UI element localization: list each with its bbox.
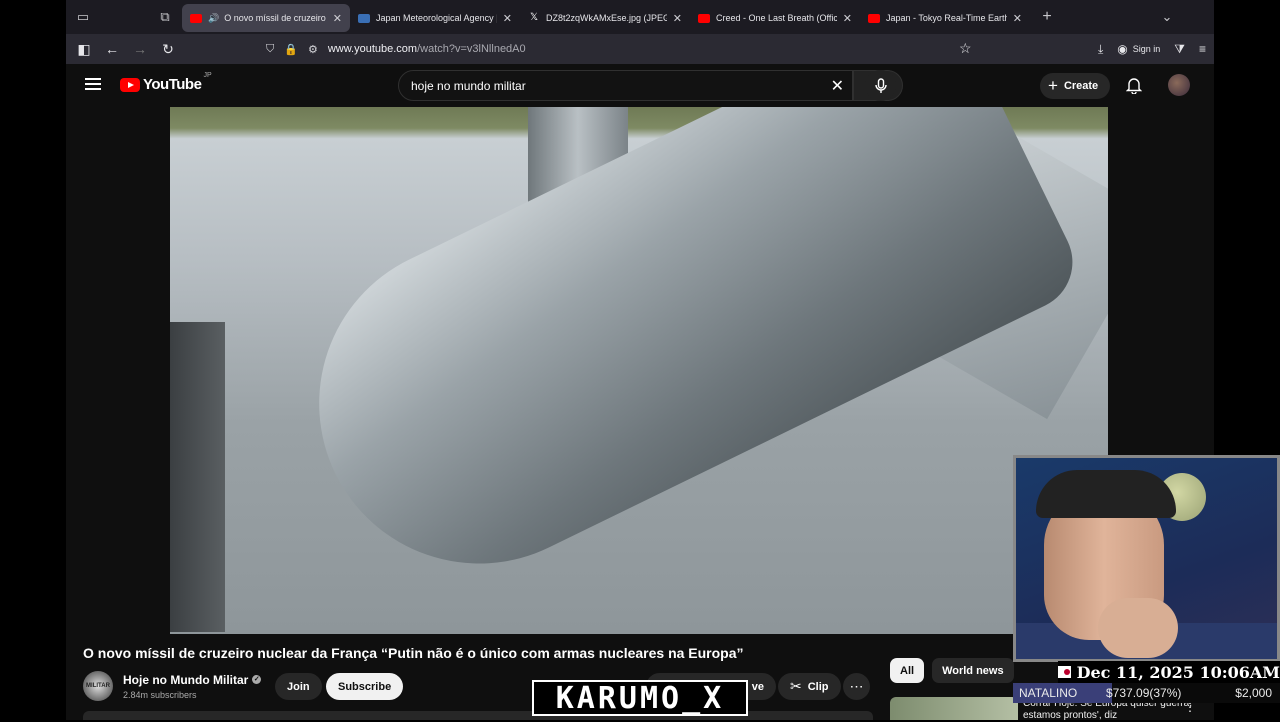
youtube-header: YouTube JP hoje no mundo militar ✕ + Cre… — [66, 64, 1214, 107]
more-actions-icon[interactable]: ⋯ — [843, 673, 870, 700]
video-player[interactable] — [170, 107, 1108, 634]
donation-goal: $2,000 — [1235, 686, 1272, 700]
youtube-favicon-icon — [190, 13, 202, 23]
microphone-icon — [874, 77, 887, 93]
speaker-icon[interactable]: 🔊 — [208, 13, 219, 24]
youtube-play-icon — [120, 77, 140, 92]
logo-text: YouTube — [143, 76, 202, 93]
scissors-icon: ✂ — [790, 678, 802, 694]
tab-tokyo-earthquake[interactable]: Japan - Tokyo Real-Time Earthq ✕ — [860, 4, 1030, 32]
downloads-icon[interactable]: ⤓ — [1098, 42, 1103, 57]
create-label: Create — [1063, 80, 1099, 92]
forward-icon[interactable]: → — [126, 41, 154, 57]
verified-icon: ✓ — [252, 675, 262, 684]
tab-title: Japan - Tokyo Real-Time Earthq — [886, 13, 1007, 23]
close-tab-icon[interactable]: ✕ — [503, 12, 512, 25]
shield-icon[interactable]: ⛉ — [266, 43, 274, 56]
save-label: ve — [751, 680, 764, 693]
bookmark-star-icon[interactable]: ☆ — [959, 40, 972, 57]
tab-youtube-video[interactable]: 🔊 O novo míssil de cruzeiro n ✕ — [182, 4, 350, 32]
search-input[interactable]: hoje no mundo militar ✕ — [398, 70, 853, 101]
donation-amount: $737.09(37%) — [1106, 686, 1182, 700]
create-button[interactable]: + Create — [1040, 73, 1111, 99]
streamer-cap — [1036, 470, 1176, 518]
clear-search-icon[interactable]: ✕ — [831, 76, 844, 96]
subscribe-button[interactable]: Subscribe — [326, 673, 404, 700]
tab-jpeg[interactable]: 𝕏 DZ8t2zqWkAMxEse.jpg (JPEG I ✕ — [520, 4, 690, 32]
jma-favicon-icon — [358, 13, 370, 23]
watermark-text: KARUMO_X — [555, 680, 725, 716]
sidebar-toggle-icon[interactable]: ▭ — [66, 0, 100, 34]
chip-world-news[interactable]: World news — [932, 658, 1014, 683]
tab-creed[interactable]: Creed - One Last Breath (Officia ✕ — [690, 4, 860, 32]
notifications-bell-icon[interactable] — [1125, 76, 1143, 99]
donation-goal-bar: NATALINO $737.09(37%) $2,000 — [1013, 683, 1280, 703]
japan-flag-icon — [1058, 666, 1071, 678]
navigation-bar: ◧ ← → ↻ ⛉ 🔒 ⚙ www.youtube.com/watch?v=v3… — [66, 34, 1214, 64]
description-box[interactable] — [83, 711, 873, 720]
chevron-down-icon[interactable]: ⌄ — [1150, 0, 1184, 34]
x-favicon-icon: 𝕏 — [529, 12, 539, 23]
tab-title: DZ8t2zqWkAMxEse.jpg (JPEG I — [546, 13, 667, 23]
user-avatar[interactable] — [1168, 74, 1190, 96]
account-icon: ◉ — [1117, 42, 1128, 56]
url-bar[interactable]: ⛉ 🔒 ⚙ www.youtube.com/watch?v=v3lNllnedA… — [266, 37, 986, 61]
streamer-hand — [1098, 598, 1178, 658]
date-time: Dec 11, 2025 10:06AM — [1076, 662, 1280, 682]
channel-info[interactable]: MILITAR Hoje no Mundo Militar ✓ 2.84m sub… — [83, 671, 262, 701]
sign-in-label: Sign in — [1132, 44, 1161, 54]
donor-name: NATALINO — [1019, 686, 1078, 700]
recommendation-chips: All World news — [890, 658, 1014, 683]
tab-title: Creed - One Last Breath (Officia — [716, 13, 837, 23]
new-tab-icon[interactable]: + — [1030, 0, 1064, 34]
clip-button[interactable]: ✂ Clip — [778, 673, 841, 700]
hamburger-menu-icon[interactable] — [85, 78, 101, 90]
url-path: /watch?v=v3lNllnedA0 — [417, 43, 526, 55]
subscriber-count: 2.84m subscribers — [123, 689, 197, 700]
clip-label: Clip — [807, 680, 829, 693]
region-code: JP — [203, 72, 212, 79]
plus-icon: + — [1048, 76, 1058, 95]
close-tab-icon[interactable]: ✕ — [1013, 12, 1022, 25]
sidebar-icon[interactable]: ◧ — [70, 41, 98, 58]
chip-all[interactable]: All — [890, 658, 925, 683]
tab-title: O novo míssil de cruzeiro n — [224, 13, 327, 23]
webcam-overlay — [1013, 455, 1280, 662]
search-value: hoje no mundo militar — [411, 78, 526, 93]
watermark-logo: KARUMO_X — [532, 680, 748, 716]
tab-strip: ▭ ⧉ 🔊 O novo míssil de cruzeiro n ✕ Japa… — [66, 0, 1214, 34]
menu-icon[interactable]: ≡ — [1199, 42, 1206, 56]
sign-in-button[interactable]: ◉ Sign in — [1117, 42, 1160, 56]
tab-title: Japan Meteorological Agency | E — [376, 13, 497, 23]
close-tab-icon[interactable]: ✕ — [333, 12, 342, 25]
youtube-logo[interactable]: YouTube JP — [120, 72, 212, 93]
tab-jma[interactable]: Japan Meteorological Agency | E ✕ — [350, 4, 520, 32]
channel-name[interactable]: Hoje no Mundo Militar — [123, 673, 248, 687]
channel-avatar-text: MILITAR — [86, 683, 110, 689]
youtube-favicon-icon — [698, 13, 710, 23]
channel-avatar[interactable]: MILITAR — [83, 671, 113, 701]
extensions-icon[interactable]: ⧩ — [1174, 42, 1185, 57]
close-tab-icon[interactable]: ✕ — [843, 12, 852, 25]
video-title: O novo míssil de cruzeiro nuclear da Fra… — [83, 645, 744, 661]
voice-search-button[interactable] — [865, 70, 896, 101]
lock-icon[interactable]: 🔒 — [284, 43, 298, 56]
youtube-favicon-icon — [868, 13, 880, 23]
suggestion-thumbnail[interactable] — [890, 697, 1018, 720]
permissions-icon[interactable]: ⚙ — [308, 43, 318, 56]
video-frame-stand — [170, 322, 225, 632]
date-overlay: Dec 11, 2025 10:06AM — [1058, 661, 1280, 683]
join-button[interactable]: Join — [275, 673, 322, 700]
tab-list-icon[interactable]: ⧉ — [148, 0, 182, 34]
url-domain: www.youtube.com — [327, 43, 418, 55]
close-tab-icon[interactable]: ✕ — [673, 12, 682, 25]
reload-icon[interactable]: ↻ — [154, 41, 182, 58]
back-icon[interactable]: ← — [98, 41, 126, 57]
